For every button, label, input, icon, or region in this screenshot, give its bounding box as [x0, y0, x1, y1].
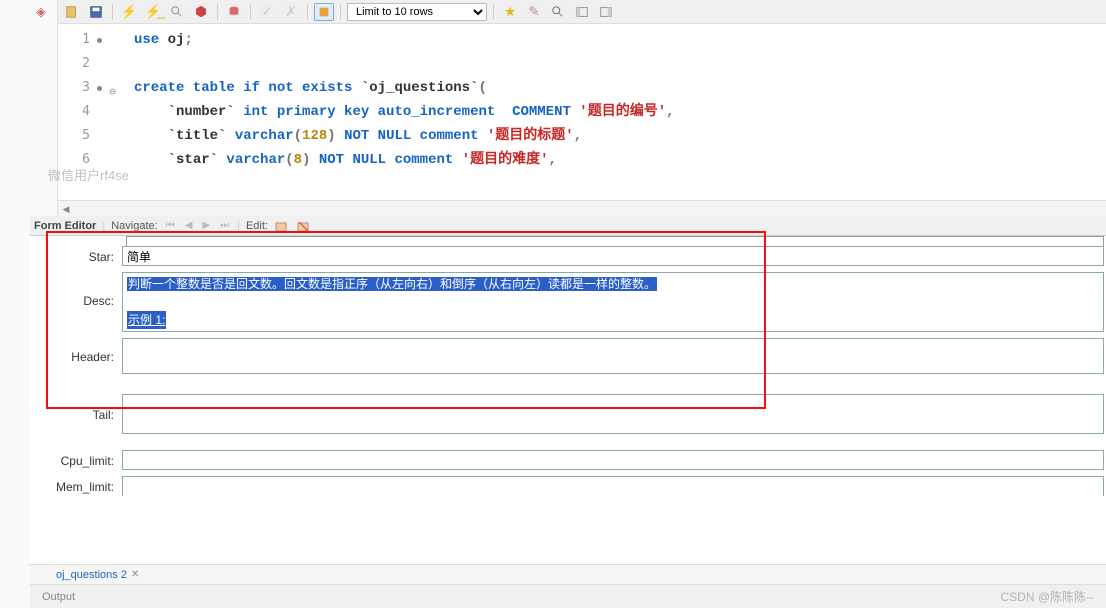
db-icon: ◈: [36, 4, 46, 20]
navigate-label: Navigate:: [111, 220, 157, 232]
beautify-icon[interactable]: ✎: [524, 3, 544, 21]
separator: [112, 4, 113, 20]
line-number: 3: [58, 76, 90, 100]
explain-icon[interactable]: [167, 3, 187, 21]
form-tabbar: Form Editor | Navigate: ⏮ ◀ ▶ ⏭ | Edit:: [30, 216, 1106, 236]
editor-toolbar: ⚡ ⚡̲ ⬢ ✓ ✗ Limit to 10 rows ★ ✎: [58, 0, 1106, 24]
panel-right-icon[interactable]: [596, 3, 616, 21]
desc-selected-text: 判断一个整数是否是回文数。回文数是指正序（从左向右）和倒序（从右向左）读都是一样…: [127, 277, 657, 291]
line-number: 4: [58, 100, 90, 124]
run-cursor-icon[interactable]: ⚡̲: [143, 3, 163, 21]
cpu-limit-input[interactable]: [122, 450, 1104, 470]
lightning-icon[interactable]: ⚡: [119, 3, 139, 21]
line-number: 5: [58, 124, 90, 148]
sql-editor[interactable]: 1 2 3 4 5 6 use oj; create table if not …: [58, 24, 1106, 200]
line-number: 2: [58, 52, 90, 76]
result-tab-label: oj_questions 2: [56, 569, 127, 581]
rollback-icon[interactable]: ✗: [281, 3, 301, 21]
scroll-left-icon[interactable]: ◀: [58, 201, 74, 217]
edit-revert-icon[interactable]: [296, 219, 312, 233]
new-file-icon[interactable]: [62, 3, 82, 21]
separator: [307, 4, 308, 20]
header-label: Header:: [30, 338, 122, 364]
user-watermark: 微信用户rf4se: [48, 165, 129, 184]
db-connect-icon[interactable]: [224, 3, 244, 21]
edit-apply-icon[interactable]: [274, 219, 290, 233]
highlight-icon[interactable]: [314, 3, 334, 21]
form-editor-panel: Star: Desc: 判断一个整数是否是回文数。回文数是指正序（从左向右）和倒…: [30, 236, 1106, 564]
save-icon[interactable]: [86, 3, 106, 21]
find-icon[interactable]: [548, 3, 568, 21]
star-input[interactable]: [122, 246, 1104, 266]
close-icon[interactable]: ✕: [131, 569, 139, 580]
panel-left-icon[interactable]: [572, 3, 592, 21]
result-tab[interactable]: oj_questions 2 ✕: [50, 567, 145, 583]
status-bar: Output CSDN @陈陈陈--: [30, 584, 1106, 608]
separator: [493, 4, 494, 20]
prev-field-edge: [126, 236, 1104, 246]
nav-first-icon[interactable]: ⏮: [164, 220, 177, 231]
desc-selected-text-2: 示例 1:: [127, 311, 166, 329]
csdn-watermark: CSDN @陈陈陈--: [1000, 588, 1094, 605]
desc-label: Desc:: [30, 272, 122, 308]
nav-next-icon[interactable]: ▶: [200, 220, 212, 231]
output-label[interactable]: Output: [42, 591, 75, 603]
stop-icon[interactable]: ⬢: [191, 3, 211, 21]
star-label: Star:: [30, 246, 122, 264]
mem-limit-input[interactable]: [122, 476, 1104, 496]
commit-icon[interactable]: ✓: [257, 3, 277, 21]
nav-prev-icon[interactable]: ◀: [183, 220, 195, 231]
mem-limit-label: Mem_limit:: [30, 476, 122, 494]
favorite-icon[interactable]: ★: [500, 3, 520, 21]
row-limit-select[interactable]: Limit to 10 rows: [347, 3, 487, 21]
tail-textarea[interactable]: [122, 394, 1104, 434]
edit-label: Edit:: [246, 220, 268, 232]
code-content[interactable]: use oj; create table if not exists `oj_q…: [98, 24, 1106, 200]
nav-last-icon[interactable]: ⏭: [218, 220, 231, 231]
cpu-limit-label: Cpu_limit:: [30, 450, 122, 468]
separator: [250, 4, 251, 20]
desc-textarea[interactable]: 判断一个整数是否是回文数。回文数是指正序（从左向右）和倒序（从右向左）读都是一样…: [122, 272, 1104, 332]
result-tabbar: oj_questions 2 ✕: [30, 564, 1106, 584]
form-editor-tab[interactable]: Form Editor: [34, 220, 96, 232]
header-textarea[interactable]: [122, 338, 1104, 374]
horizontal-scrollbar[interactable]: ◀: [58, 200, 1106, 216]
separator: [340, 4, 341, 20]
line-number: 1: [58, 28, 90, 52]
separator: [217, 4, 218, 20]
tail-label: Tail:: [30, 394, 122, 422]
